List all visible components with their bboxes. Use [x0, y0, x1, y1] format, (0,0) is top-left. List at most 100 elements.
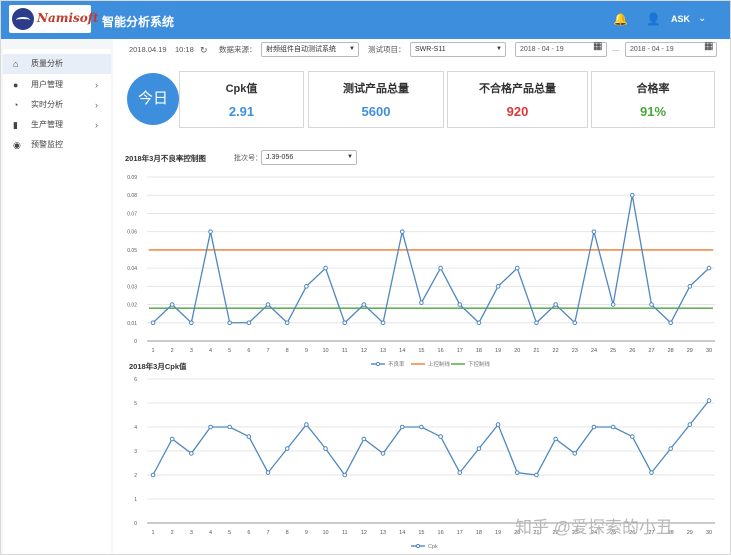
sidebar-item-label: 实时分析: [31, 100, 63, 109]
data-point: [591, 229, 597, 234]
chart1-title: 2018年3月不良率控制图: [125, 154, 206, 163]
sidebar: ⌂ 质量分析 ● 用户管理 › ◔ 实时分析 › ▮ 生产管理 › ◉ 预警监控: [3, 49, 111, 554]
sidebar-item-realtime[interactable]: ◔ 实时分析 ›: [3, 95, 111, 115]
data-point: [610, 424, 616, 430]
x-tick-label: 17: [457, 348, 463, 354]
x-tick-label: 11: [342, 348, 348, 354]
x-tick-label: 5: [228, 530, 231, 536]
x-tick-label: 27: [648, 348, 654, 354]
x-tick-label: 24: [591, 348, 597, 354]
x-tick-label: 14: [399, 348, 405, 354]
project-select[interactable]: SWR-S11 ▼: [410, 42, 506, 57]
x-tick-label: 4: [209, 530, 212, 536]
x-tick-label: 10: [322, 530, 328, 536]
user-icon: ●: [13, 80, 19, 90]
user-name[interactable]: ASK: [671, 14, 690, 24]
today-badge: 今日: [127, 73, 179, 125]
legend-marker: [415, 543, 421, 549]
y-tick-label: 0.07: [127, 211, 137, 217]
cpk-card: Cpk值 2.91: [179, 71, 304, 128]
data-point: [189, 451, 194, 456]
data-point: [265, 302, 271, 307]
data-point: [284, 320, 290, 326]
caret-down-icon: ▼: [349, 46, 355, 52]
data-point: [495, 422, 501, 427]
x-tick-label: 21: [533, 348, 539, 354]
data-point: [572, 320, 578, 326]
x-tick-label: 14: [399, 530, 405, 536]
calendar-icon[interactable]: ▦: [593, 41, 605, 53]
defect-rate-chart: 00.010.020.030.040.050.060.070.080.091 2 3…: [127, 175, 715, 368]
total-products-card: 测试产品总量 5600: [308, 71, 444, 128]
data-point: [189, 320, 194, 326]
y-tick-label: 5: [134, 401, 137, 407]
batch-select[interactable]: J.39-056 ▼: [261, 150, 357, 165]
data-point: [284, 446, 290, 451]
sidebar-item-label: 生产管理: [31, 120, 63, 129]
x-tick-label: 8: [286, 530, 289, 536]
data-point: [649, 302, 654, 307]
logo: Namisoft: [9, 5, 98, 33]
refresh-icon[interactable]: ↻: [200, 43, 208, 57]
y-tick-label: 3: [134, 449, 137, 455]
x-tick-label: 23: [572, 348, 578, 354]
chevron-right-icon: ›: [95, 120, 98, 130]
y-tick-label: 0.03: [127, 284, 137, 290]
chevron-right-icon: ›: [95, 100, 98, 110]
chevron-right-icon: ›: [95, 80, 98, 90]
x-tick-label: 29: [687, 348, 693, 354]
data-point: [687, 284, 693, 289]
sidebar-item-users[interactable]: ● 用户管理 ›: [3, 75, 111, 95]
watermark: 知乎 @爱探索的小丑: [515, 518, 673, 537]
data-point: [591, 424, 597, 430]
data-point: [227, 320, 232, 326]
sidebar-item-quality[interactable]: ⌂ 质量分析: [3, 54, 111, 74]
user-avatar-icon[interactable]: 👤: [646, 12, 661, 26]
data-point: [419, 300, 424, 306]
x-tick-label: 15: [418, 348, 424, 354]
caret-down-icon: ▼: [347, 154, 353, 160]
x-tick-label: 19: [495, 530, 501, 536]
y-tick-label: 0.06: [127, 230, 137, 236]
sidebar-item-production[interactable]: ▮ 生产管理 ›: [3, 115, 111, 135]
data-point: [668, 446, 673, 451]
project-label: 测试项目：: [368, 45, 406, 54]
data-point: [457, 302, 463, 307]
x-tick-label: 10: [322, 348, 328, 354]
x-tick-label: 15: [418, 530, 424, 536]
top-bar: Namisoft 智能分析系统 🔔 👤 ASK ⌄: [1, 1, 730, 39]
logo-text: Namisoft: [37, 11, 99, 25]
data-point: [534, 320, 539, 326]
card-value: 5600: [361, 104, 391, 119]
bell-icon[interactable]: 🔔: [613, 12, 628, 26]
source-select[interactable]: 射频组件自动测试系统 ▼: [261, 42, 359, 57]
data-point: [630, 434, 635, 439]
data-point: [304, 284, 309, 289]
data-point: [265, 470, 271, 475]
calendar-icon[interactable]: ▦: [704, 41, 716, 53]
data-point: [476, 446, 482, 451]
x-tick-label: 3: [190, 348, 193, 354]
sidebar-item-alerts[interactable]: ◉ 预警监控: [3, 135, 111, 155]
current-time: 10:18: [175, 45, 194, 54]
x-tick-label: 19: [495, 348, 501, 354]
y-tick-label: 0: [134, 339, 137, 345]
x-tick-label: 18: [476, 348, 482, 354]
card-value: 91%: [639, 104, 667, 119]
app-title: 智能分析系统: [102, 15, 175, 29]
main-content: 2018.04.19 10:18 ↻ 数据来源： 射频组件自动测试系统 ▼ 测试…: [113, 39, 730, 554]
data-point: [419, 424, 424, 430]
data-point: [208, 229, 213, 234]
data-point: [246, 320, 252, 326]
data-point: [323, 265, 328, 271]
sidebar-item-label: 预警监控: [31, 140, 63, 149]
home-icon: ⌂: [13, 59, 19, 69]
x-tick-label: 6: [247, 348, 250, 354]
y-tick-label: 0.09: [127, 175, 137, 181]
chevron-down-icon[interactable]: ⌄: [698, 13, 706, 24]
y-tick-label: 1: [134, 497, 137, 503]
data-point: [342, 472, 348, 478]
data-point: [227, 424, 232, 430]
x-tick-label: 1: [151, 530, 154, 536]
eye-icon: ◉: [13, 140, 21, 150]
